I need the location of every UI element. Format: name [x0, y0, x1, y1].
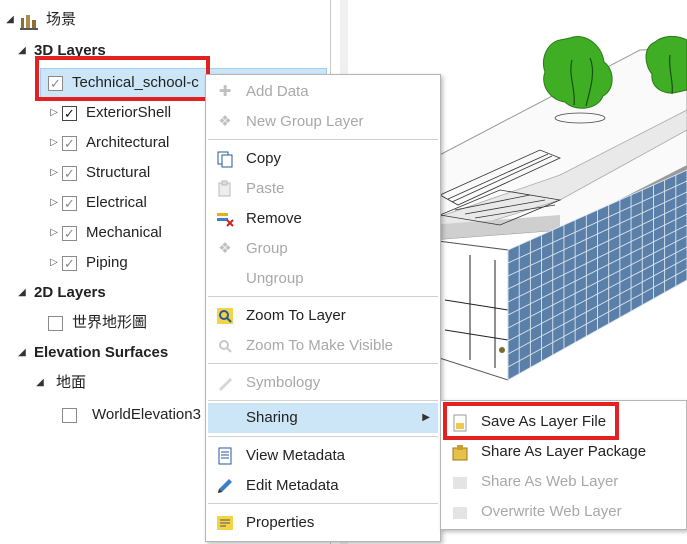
- group-label: Elevation Surfaces: [34, 344, 169, 361]
- menu-item-symbology[interactable]: Symbology: [208, 368, 438, 398]
- collapse-arrow-icon[interactable]: ◢: [16, 339, 28, 367]
- menu-separator: [208, 503, 438, 504]
- layer-label: Architectural: [86, 134, 170, 151]
- layer-label: Structural: [86, 164, 151, 181]
- layer-label: WorldElevation3: [92, 406, 201, 423]
- menu-item-edit-metadata[interactable]: Edit Metadata: [208, 471, 438, 501]
- layer-label: 世界地形圖: [72, 314, 148, 331]
- copy-icon: [216, 150, 234, 168]
- layer-label: Piping: [86, 254, 128, 271]
- menu-label: Symbology: [246, 374, 321, 391]
- layer-label: Mechanical: [86, 224, 162, 241]
- layer-context-menu: ✚ Add Data ❖ New Group Layer Copy Paste …: [205, 74, 441, 542]
- menu-item-new-group-layer[interactable]: ❖ New Group Layer: [208, 107, 438, 137]
- visibility-checkbox[interactable]: ✓: [62, 226, 77, 241]
- menu-label: Remove: [246, 210, 302, 227]
- menu-label: Zoom To Make Visible: [246, 337, 394, 354]
- add-data-icon: ✚: [218, 83, 232, 100]
- menu-label: Group: [246, 240, 288, 257]
- properties-icon: [216, 514, 234, 532]
- menu-separator: [208, 363, 438, 364]
- layer-label: Technical_school-c: [72, 74, 199, 91]
- menu-item-zoom-to-make-visible[interactable]: Zoom To Make Visible: [208, 331, 438, 361]
- menu-label: Properties: [246, 514, 315, 531]
- menu-label: Overwrite Web Layer: [481, 503, 622, 520]
- expand-arrow-icon[interactable]: ▷: [48, 99, 60, 127]
- zoom-to-layer-icon: [216, 307, 234, 325]
- group-label: 3D Layers: [34, 42, 106, 59]
- menu-separator: [208, 436, 438, 437]
- visibility-checkbox[interactable]: ✓: [48, 76, 63, 91]
- menu-item-zoom-to-layer[interactable]: Zoom To Layer: [208, 301, 438, 331]
- layer-package-icon: [451, 443, 469, 461]
- remove-layer-icon: [216, 210, 234, 228]
- scene-icon: [20, 12, 38, 30]
- menu-separator: [208, 400, 438, 401]
- layer-label: 地面: [56, 374, 87, 391]
- visibility-checkbox[interactable]: [48, 316, 63, 331]
- group-layer-icon: ❖: [218, 113, 232, 130]
- symbology-icon: [216, 374, 234, 392]
- menu-separator: [208, 139, 438, 140]
- menu-item-sharing[interactable]: Sharing ▶: [208, 403, 438, 433]
- expand-arrow-icon[interactable]: ▷: [48, 189, 60, 217]
- zoom-visible-icon: [216, 337, 234, 355]
- menu-item-remove[interactable]: Remove: [208, 204, 438, 234]
- visibility-checkbox[interactable]: ✓: [62, 136, 77, 151]
- menu-label: Add Data: [246, 83, 309, 100]
- view-metadata-icon: [216, 447, 234, 465]
- collapse-arrow-icon[interactable]: ◢: [4, 6, 16, 34]
- menu-item-share-as-layer-package[interactable]: Share As Layer Package: [443, 437, 683, 467]
- edit-metadata-icon: [216, 477, 234, 495]
- menu-separator: [208, 296, 438, 297]
- menu-item-copy[interactable]: Copy: [208, 144, 438, 174]
- visibility-checkbox[interactable]: ✓: [62, 196, 77, 211]
- menu-item-ungroup[interactable]: Ungroup: [208, 264, 438, 294]
- sharing-submenu: Save As Layer File Share As Layer Packag…: [440, 400, 687, 530]
- menu-item-share-as-web-layer[interactable]: Share As Web Layer: [443, 467, 683, 497]
- layer-label: ExteriorShell: [86, 104, 172, 121]
- visibility-checkbox[interactable]: ✓: [62, 106, 77, 121]
- layer-file-icon: [451, 413, 469, 432]
- menu-label: Share As Layer Package: [481, 443, 647, 460]
- menu-item-add-data[interactable]: ✚ Add Data: [208, 77, 438, 107]
- paste-icon: [216, 180, 234, 198]
- menu-label: Edit Metadata: [246, 477, 339, 494]
- expand-arrow-icon[interactable]: ▷: [48, 159, 60, 187]
- menu-item-group[interactable]: ❖ Group: [208, 234, 438, 264]
- menu-item-properties[interactable]: Properties: [208, 508, 438, 538]
- visibility-checkbox[interactable]: ✓: [62, 166, 77, 181]
- web-layer-icon: [451, 473, 469, 491]
- menu-item-paste[interactable]: Paste: [208, 174, 438, 204]
- layer-label: Electrical: [86, 194, 147, 211]
- menu-label: Save As Layer File: [481, 413, 607, 430]
- menu-label: Paste: [246, 180, 285, 197]
- overwrite-web-layer-icon: [451, 503, 469, 521]
- expand-arrow-icon[interactable]: ▷: [48, 249, 60, 277]
- menu-label: New Group Layer: [246, 113, 364, 130]
- menu-item-save-as-layer-file[interactable]: Save As Layer File: [443, 407, 683, 437]
- menu-label: Copy: [246, 150, 282, 167]
- menu-label: View Metadata: [246, 447, 345, 464]
- group-icon: ❖: [218, 240, 232, 257]
- collapse-arrow-icon[interactable]: ◢: [16, 37, 28, 65]
- expand-arrow-icon[interactable]: ▷: [48, 129, 60, 157]
- menu-label: Sharing: [246, 409, 298, 426]
- expand-arrow-icon[interactable]: ▷: [48, 219, 60, 247]
- menu-label: Ungroup: [246, 270, 304, 287]
- menu-label: Zoom To Layer: [246, 307, 346, 324]
- visibility-checkbox[interactable]: [62, 408, 77, 423]
- collapse-arrow-icon[interactable]: ◢: [16, 279, 28, 307]
- menu-item-view-metadata[interactable]: View Metadata: [208, 441, 438, 471]
- submenu-arrow-icon: ▶: [422, 412, 430, 423]
- menu-label: Share As Web Layer: [481, 473, 619, 490]
- map-name: 场景: [46, 11, 77, 28]
- group-label: 2D Layers: [34, 284, 106, 301]
- menu-item-overwrite-web-layer[interactable]: Overwrite Web Layer: [443, 497, 683, 527]
- collapse-arrow-icon[interactable]: ◢: [34, 369, 46, 397]
- visibility-checkbox[interactable]: ✓: [62, 256, 77, 271]
